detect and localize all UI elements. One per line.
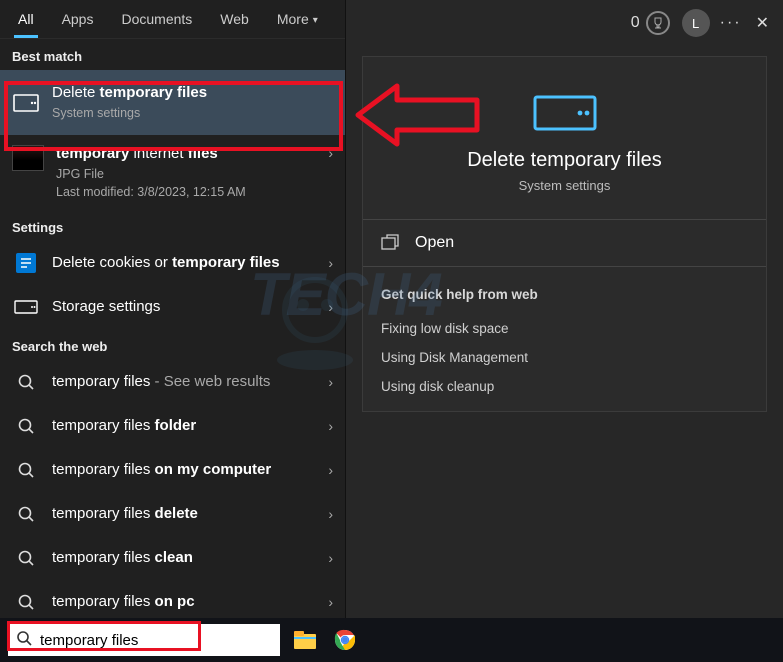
settings-app-icon xyxy=(12,249,40,277)
help-header: Get quick help from web xyxy=(381,287,748,302)
search-input[interactable] xyxy=(40,632,272,649)
drive-icon-large xyxy=(533,95,597,131)
result-web-suggestion[interactable]: temporary files - See web results › xyxy=(0,360,345,404)
help-link[interactable]: Using disk cleanup xyxy=(381,372,748,401)
chevron-right-icon[interactable]: › xyxy=(328,550,333,566)
tab-documents[interactable]: Documents xyxy=(107,0,206,38)
open-button[interactable]: Open xyxy=(363,220,766,266)
taskbar xyxy=(0,618,783,662)
result-title: Delete cookies or temporary files xyxy=(52,254,316,273)
result-subtitle-2: Last modified: 3/8/2023, 12:15 AM xyxy=(56,184,316,200)
chevron-down-icon: ▾ xyxy=(313,15,318,26)
section-best-match: Best match xyxy=(0,39,345,70)
chrome-icon[interactable] xyxy=(330,625,360,655)
chevron-right-icon[interactable]: › xyxy=(328,145,333,161)
search-icon xyxy=(12,368,40,396)
tab-more[interactable]: More▾ xyxy=(263,0,332,38)
result-setting-cookies[interactable]: Delete cookies or temporary files › xyxy=(0,241,345,285)
search-icon xyxy=(12,544,40,572)
result-subtitle: System settings xyxy=(52,105,333,121)
search-icon xyxy=(12,412,40,440)
result-title: temporary files folder xyxy=(52,417,316,436)
chevron-right-icon[interactable]: › xyxy=(328,255,333,271)
details-title: Delete temporary files xyxy=(467,149,662,172)
result-setting-storage[interactable]: Storage settings › xyxy=(0,285,345,329)
user-avatar[interactable]: L xyxy=(682,9,710,37)
result-title: Delete temporary files xyxy=(52,84,333,103)
result-web-suggestion[interactable]: temporary files on my computer › xyxy=(0,448,345,492)
search-box[interactable] xyxy=(8,624,280,656)
result-jpg-file[interactable]: temporary internet files JPG File Last m… xyxy=(0,135,345,210)
tab-apps[interactable]: Apps xyxy=(48,0,108,38)
rewards-badge[interactable]: 0 xyxy=(631,11,670,35)
chevron-right-icon[interactable]: › xyxy=(328,374,333,390)
result-web-suggestion[interactable]: temporary files clean › xyxy=(0,536,345,580)
section-search-web: Search the web xyxy=(0,329,345,360)
help-link[interactable]: Using Disk Management xyxy=(381,343,748,372)
search-icon xyxy=(12,456,40,484)
result-best-match[interactable]: Delete temporary files System settings xyxy=(0,70,345,135)
result-web-suggestion[interactable]: temporary files delete › xyxy=(0,492,345,536)
result-web-suggestion[interactable]: temporary files on pc › xyxy=(0,580,345,618)
filter-tabs: All Apps Documents Web More▾ xyxy=(0,0,345,39)
chevron-right-icon[interactable]: › xyxy=(328,299,333,315)
chevron-right-icon[interactable]: › xyxy=(328,594,333,610)
file-thumbnail xyxy=(12,145,44,171)
result-title: temporary files clean xyxy=(52,549,316,568)
result-title: Storage settings xyxy=(52,298,316,317)
open-icon xyxy=(381,234,399,252)
section-settings: Settings xyxy=(0,210,345,241)
more-options[interactable]: ··· xyxy=(720,14,742,32)
result-title: temporary files - See web results xyxy=(52,373,316,392)
help-link[interactable]: Fixing low disk space xyxy=(381,314,748,343)
result-title: temporary internet files xyxy=(56,145,316,164)
tab-web[interactable]: Web xyxy=(206,0,263,38)
search-icon xyxy=(12,588,40,616)
result-subtitle: JPG File xyxy=(56,166,316,182)
result-title: temporary files on my computer xyxy=(52,461,316,480)
file-explorer-icon[interactable] xyxy=(290,625,320,655)
result-title: temporary files delete xyxy=(52,505,316,524)
open-label: Open xyxy=(415,234,454,252)
tab-all[interactable]: All xyxy=(4,0,48,38)
result-web-suggestion[interactable]: temporary files folder › xyxy=(0,404,345,448)
result-title: temporary files on pc xyxy=(52,593,316,612)
search-icon xyxy=(12,500,40,528)
search-icon xyxy=(16,630,32,651)
details-subtitle: System settings xyxy=(519,178,611,193)
chevron-right-icon[interactable]: › xyxy=(328,506,333,522)
chevron-right-icon[interactable]: › xyxy=(328,418,333,434)
chevron-right-icon[interactable]: › xyxy=(328,462,333,478)
close-button[interactable]: ✕ xyxy=(756,13,769,33)
details-panel: Delete temporary files System settings O… xyxy=(362,56,767,412)
trophy-icon xyxy=(646,11,670,35)
drive-icon xyxy=(12,89,40,117)
drive-icon xyxy=(12,293,40,321)
